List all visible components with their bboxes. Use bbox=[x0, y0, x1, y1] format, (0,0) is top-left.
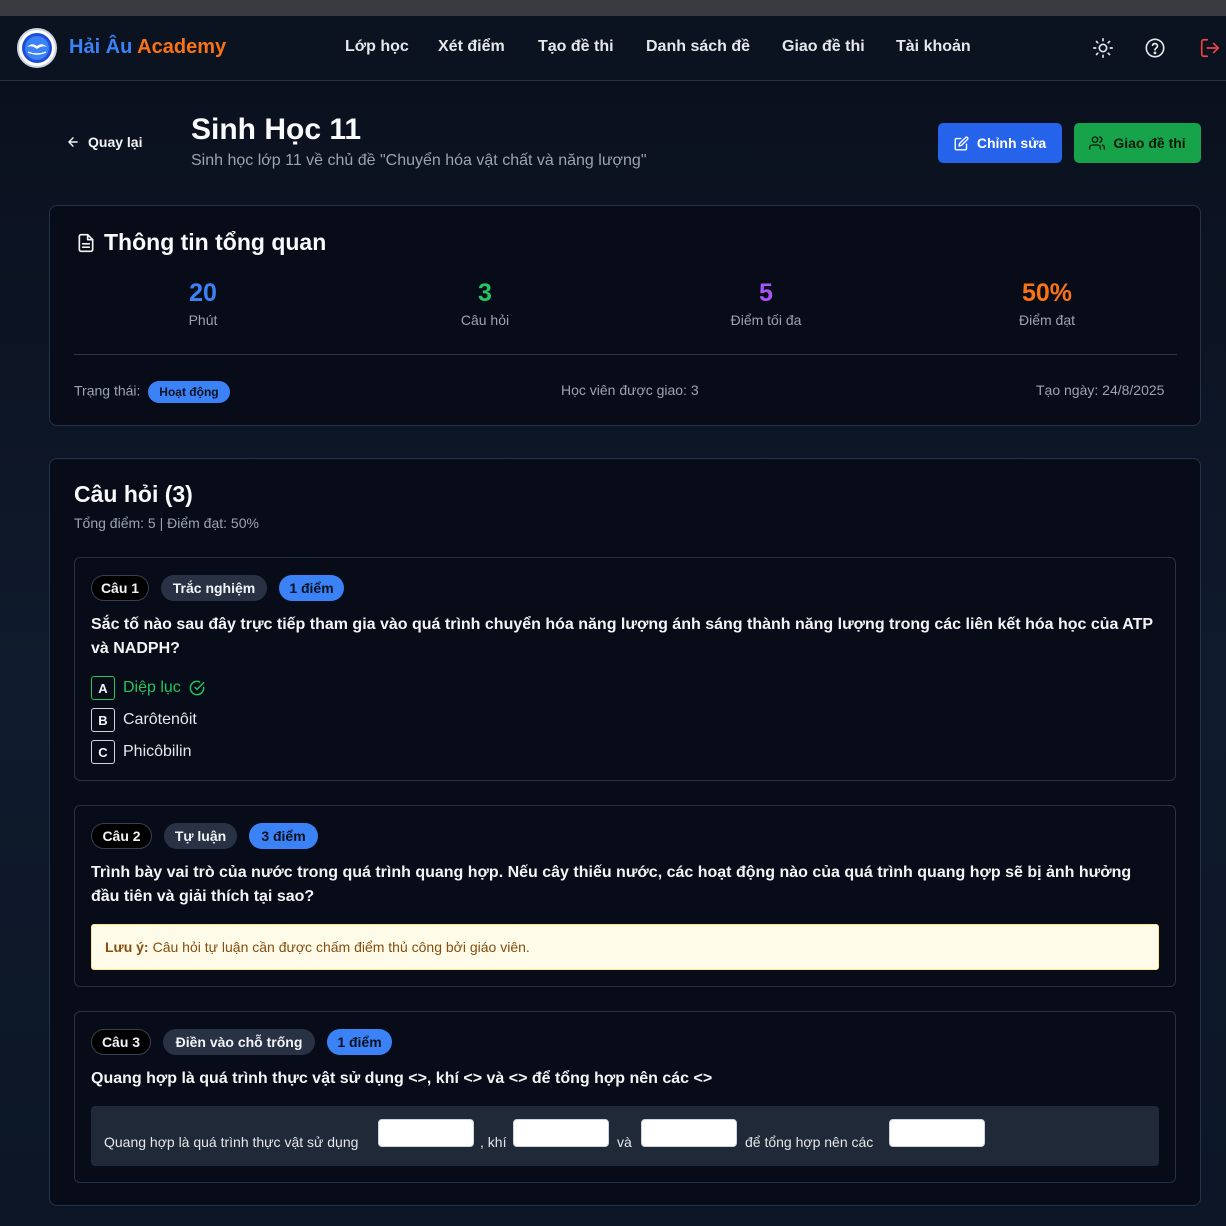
stat-max-score-value: 5 bbox=[759, 279, 773, 307]
blank-input-1[interactable] bbox=[378, 1119, 474, 1147]
overview-title: Thông tin tổng quan bbox=[76, 229, 326, 256]
question-type-badge: Trắc nghiệm bbox=[161, 575, 267, 601]
question-type-badge: Điền vào chỗ trống bbox=[163, 1029, 315, 1055]
overview-card: Thông tin tổng quan 20 Phút 3 Câu hỏi 5 … bbox=[49, 205, 1201, 426]
question-number-badge: Câu 2 bbox=[91, 823, 152, 849]
overview-title-text: Thông tin tổng quan bbox=[104, 229, 327, 255]
option-letter: A bbox=[91, 676, 115, 700]
option-b: B Carôtenôit bbox=[91, 708, 197, 732]
questions-card: Câu hỏi (3) Tổng điểm: 5 | Điểm đạt: 50%… bbox=[49, 458, 1201, 1206]
brand-part-1: Hải Âu bbox=[69, 36, 133, 58]
edit-button[interactable]: Chỉnh sửa bbox=[938, 123, 1062, 163]
page-title: Sinh Học 11 bbox=[191, 113, 362, 146]
question-card-1: Câu 1 Trắc nghiệm 1 điểm Sắc tố nào sau … bbox=[74, 557, 1176, 781]
stat-pass-score: 50% Điểm đạt bbox=[967, 279, 1127, 328]
question-text: Trình bày vai trò của nước trong quá trì… bbox=[91, 864, 1132, 905]
nav-item-grading[interactable]: Xét điểm bbox=[438, 38, 505, 56]
stat-question-count-value: 3 bbox=[478, 279, 492, 307]
stat-duration-value: 20 bbox=[189, 279, 217, 307]
blank-input-2[interactable] bbox=[513, 1119, 609, 1147]
question-number-badge: Câu 1 bbox=[91, 575, 149, 601]
question-points-badge: 3 điểm bbox=[249, 823, 318, 849]
assigned-students: Học viên được giao: 3 bbox=[561, 382, 699, 398]
nav-item-account[interactable]: Tài khoản bbox=[896, 38, 971, 56]
page-subtitle: Sinh học lớp 11 về chủ đề "Chuyển hóa vậ… bbox=[191, 152, 647, 169]
stat-pass-score-value: 50% bbox=[1021, 279, 1073, 307]
stat-max-score-label: Điểm tối đa bbox=[730, 312, 802, 328]
question-text: Sắc tố nào sau đây trực tiếp tham gia và… bbox=[91, 616, 1153, 657]
status-label: Trạng thái: bbox=[74, 382, 141, 399]
check-circle-icon bbox=[189, 680, 205, 696]
status-row: Trạng thái: Hoạt động bbox=[74, 381, 230, 403]
back-button[interactable]: Quay lại bbox=[66, 134, 142, 150]
fill-segment-3: và bbox=[617, 1134, 632, 1150]
edit-label: Chỉnh sửa bbox=[976, 135, 1047, 151]
essay-note: Lưu ý: Câu hỏi tự luận cần được chấm điể… bbox=[91, 924, 1159, 970]
question-card-2: Câu 2 Tự luận 3 điểm Trình bày vai trò c… bbox=[74, 805, 1176, 987]
back-label: Quay lại bbox=[88, 134, 143, 150]
question-text: Quang hợp là quá trình thực vật sử dụng … bbox=[91, 1070, 713, 1087]
fill-segment-4: để tổng hợp nên các bbox=[745, 1134, 874, 1150]
option-text: Carôtenôit bbox=[123, 711, 197, 728]
stat-question-count: 3 Câu hỏi bbox=[405, 279, 565, 328]
nav-item-classes[interactable]: Lớp học bbox=[345, 38, 409, 56]
navbar: Hải Âu Academy Lớp học Xét điểm Tạo đề t… bbox=[0, 16, 1226, 81]
stat-question-count-label: Câu hỏi bbox=[460, 312, 510, 328]
edit-icon bbox=[954, 136, 969, 150]
question-points-badge: 1 điểm bbox=[327, 1029, 392, 1055]
brand-name[interactable]: Hải Âu Academy bbox=[69, 36, 226, 59]
nav-item-exam-list[interactable]: Danh sách đề bbox=[646, 38, 750, 56]
fill-in-blank-area: Quang hợp là quá trình thực vật sử dụng … bbox=[91, 1106, 1159, 1166]
note-label: Lưu ý: bbox=[105, 939, 149, 955]
note-text: Câu hỏi tự luận cần được chấm điểm thủ c… bbox=[152, 939, 530, 955]
blank-input-3[interactable] bbox=[641, 1119, 737, 1147]
window-top-strip bbox=[0, 0, 1226, 16]
help-circle-icon[interactable] bbox=[1144, 37, 1166, 59]
question-type-badge: Tự luận bbox=[164, 823, 237, 849]
option-text: Phicôbilin bbox=[123, 743, 192, 760]
logo[interactable] bbox=[17, 28, 57, 68]
option-letter: B bbox=[91, 708, 115, 732]
stat-duration: 20 Phút bbox=[123, 279, 283, 328]
nav-item-create-exam[interactable]: Tạo đề thi bbox=[538, 38, 614, 56]
fill-segment-2: , khí bbox=[480, 1134, 507, 1150]
overview-divider bbox=[74, 354, 1177, 355]
option-a: A Diệp lục bbox=[91, 676, 205, 700]
assign-exam-button[interactable]: Giao đề thi bbox=[1074, 123, 1201, 163]
users-icon bbox=[1089, 136, 1106, 150]
created-date: Tạo ngày: 24/8/2025 bbox=[1036, 382, 1165, 398]
question-points-badge: 1 điểm bbox=[279, 575, 344, 601]
blank-input-4[interactable] bbox=[889, 1119, 985, 1147]
stat-pass-score-label: Điểm đạt bbox=[1018, 312, 1076, 328]
arrow-left-icon bbox=[68, 137, 78, 147]
question-card-3: Câu 3 Điền vào chỗ trống 1 điểm Quang hợ… bbox=[74, 1011, 1176, 1183]
option-letter: C bbox=[91, 740, 115, 764]
option-c: C Phicôbilin bbox=[91, 740, 191, 764]
sun-icon[interactable] bbox=[1092, 37, 1114, 59]
logout-icon[interactable] bbox=[1199, 37, 1221, 59]
option-text: Diệp lục bbox=[123, 679, 181, 696]
fill-segment-1: Quang hợp là quá trình thực vật sử dụng bbox=[104, 1134, 359, 1150]
nav-item-assign-exam[interactable]: Giao đề thi bbox=[782, 38, 865, 56]
stat-duration-label: Phút bbox=[188, 312, 218, 328]
questions-summary: Tổng điểm: 5 | Điểm đạt: 50% bbox=[74, 515, 259, 531]
questions-title: Câu hỏi (3) bbox=[74, 481, 193, 507]
question-number-badge: Câu 3 bbox=[91, 1029, 151, 1055]
assign-label: Giao đề thi bbox=[1113, 135, 1186, 151]
brand-part-2: Academy bbox=[137, 36, 227, 58]
status-badge: Hoạt động bbox=[148, 381, 230, 403]
document-icon bbox=[78, 233, 94, 252]
stat-max-score: 5 Điểm tối đa bbox=[686, 279, 846, 328]
